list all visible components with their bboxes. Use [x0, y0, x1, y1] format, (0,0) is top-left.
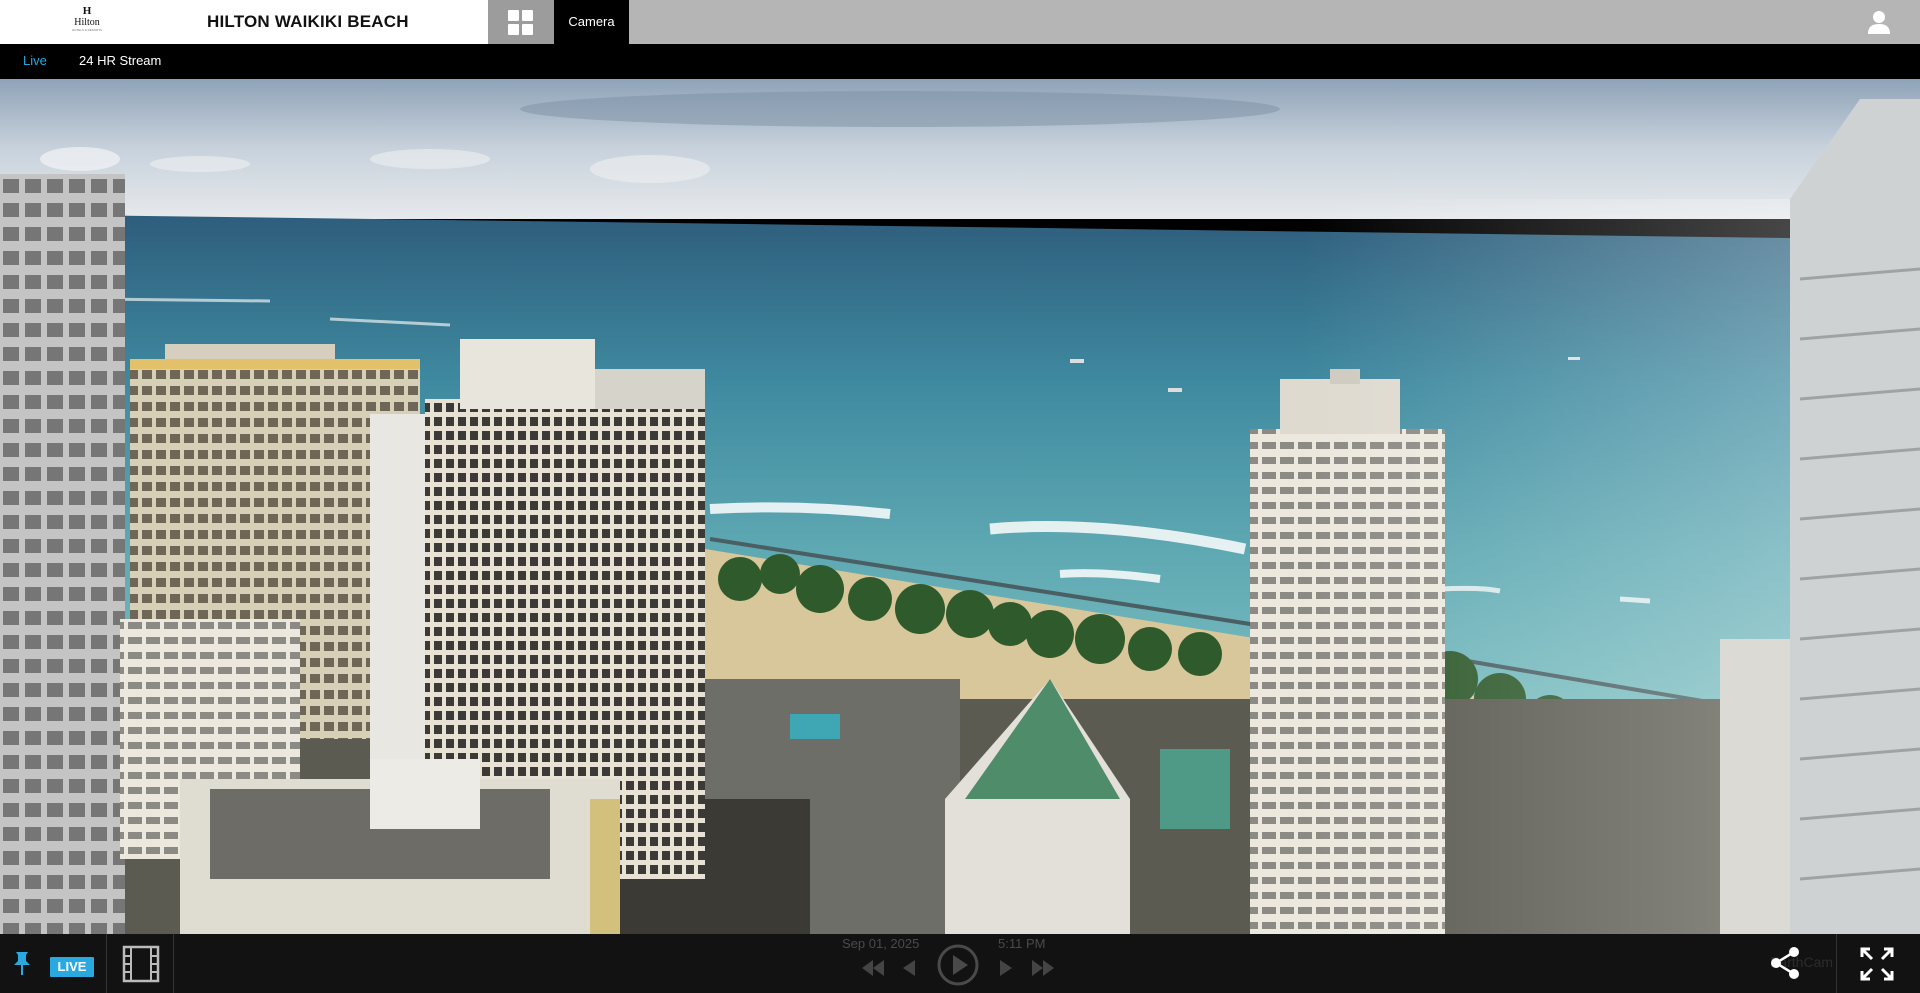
sub-navigation: Live 24 HR Stream [0, 44, 1920, 79]
grid-view-button[interactable] [488, 0, 554, 44]
tab-24hr-stream[interactable]: 24 HR Stream [79, 53, 161, 68]
hilton-logo[interactable]: H Hilton HOTELS & RESORTS [62, 6, 112, 38]
live-badge[interactable]: LIVE [50, 957, 94, 977]
timestamp-time: 5:11 PM [998, 936, 1046, 951]
skip-forward-icon[interactable] [1032, 960, 1054, 976]
top-header: H Hilton HOTELS & RESORTS HILTON WAIKIKI… [0, 0, 1920, 44]
player-controls: LIVE Sep 01, 2025 5:11 PM EarthCam [0, 934, 1920, 993]
share-icon[interactable] [1768, 946, 1802, 980]
fullscreen-button[interactable] [1836, 934, 1920, 993]
logo-mark: H [82, 5, 92, 17]
film-button[interactable] [106, 934, 174, 993]
camera-feed[interactable] [0, 79, 1920, 934]
logo-tagline: HOTELS & RESORTS [71, 28, 103, 32]
timestamp-date: Sep 01, 2025 [842, 936, 920, 951]
pin-icon[interactable] [10, 950, 34, 976]
logo-word: Hilton [74, 17, 100, 28]
user-icon[interactable] [1866, 9, 1892, 35]
fullscreen-icon [1860, 947, 1894, 981]
hotel-name: HILTON WAIKIKI BEACH [207, 12, 409, 31]
tab-live[interactable]: Live [23, 53, 47, 68]
skip-back-icon[interactable] [862, 960, 884, 976]
step-back-icon[interactable] [903, 960, 915, 976]
play-icon[interactable] [937, 944, 979, 986]
camera-image [0, 79, 1920, 934]
step-forward-icon[interactable] [1000, 960, 1012, 976]
film-icon [122, 945, 160, 983]
brand-area: H Hilton HOTELS & RESORTS HILTON WAIKIKI… [0, 0, 488, 44]
tab-camera[interactable]: Camera [554, 0, 629, 44]
